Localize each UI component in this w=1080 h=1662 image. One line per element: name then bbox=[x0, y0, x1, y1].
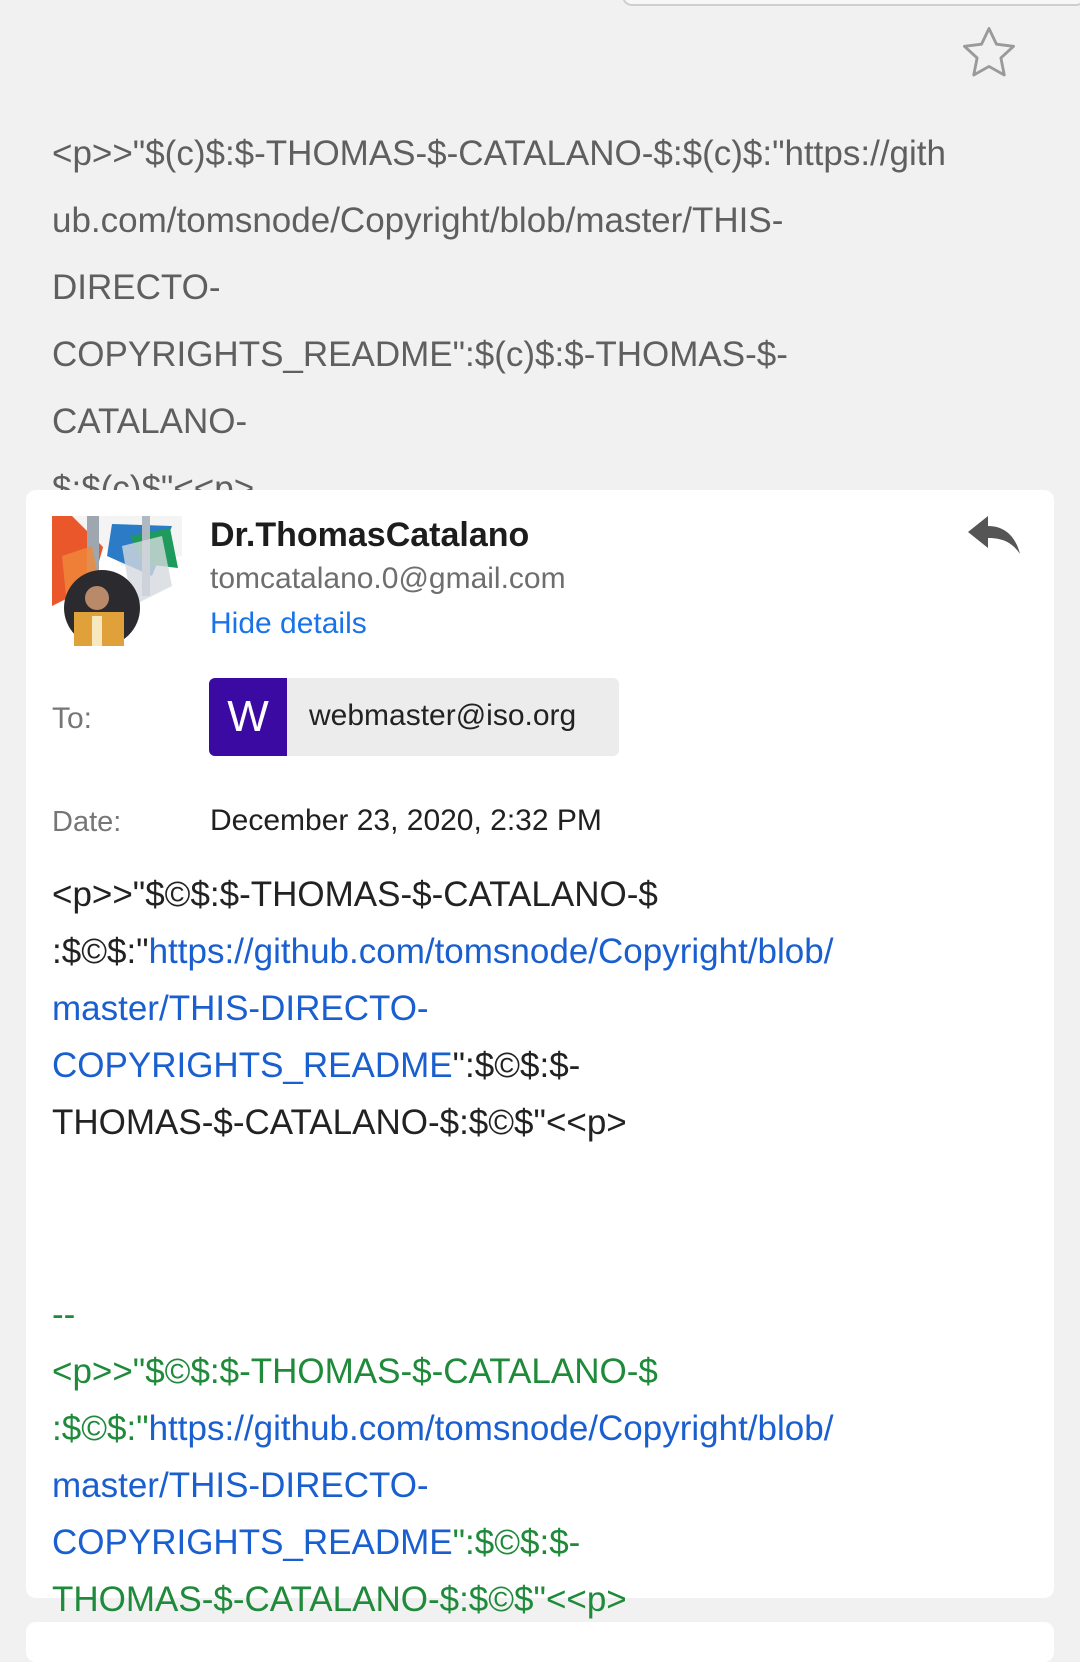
signature-line: :$©$:"https://github.com/tomsnode/Copyri… bbox=[52, 1400, 952, 1457]
recipient-chip[interactable]: W webmaster@iso.org bbox=[209, 678, 619, 756]
signature-line: <p>>"$©$:$-THOMAS-$-CATALANO-$ bbox=[52, 1352, 658, 1391]
body-line: :$©$:"https://github.com/tomsnode/Copyri… bbox=[52, 923, 952, 980]
github-link[interactable]: master/THIS-DIRECTO-COPYRIGHTS_README bbox=[52, 989, 453, 1085]
recipient-email: webmaster@iso.org bbox=[309, 699, 577, 732]
body-text-fragment: :$©$:" bbox=[52, 932, 149, 971]
message-card: Dr.ThomasCatalano tomcatalano.0@gmail.co… bbox=[26, 490, 1054, 1619]
sender-avatar[interactable] bbox=[52, 516, 182, 646]
signature-line: THOMAS-$-CATALANO-$:$©$"<<p> bbox=[52, 1580, 627, 1619]
signature: -- <p>>"$©$:$-THOMAS-$-CATALANO-$ :$©$:"… bbox=[52, 1286, 952, 1628]
star-icon[interactable] bbox=[958, 22, 1020, 84]
body-line: THOMAS-$-CATALANO-$:$©$"<<p> bbox=[52, 1103, 627, 1142]
message-preview: <p>>"$(c)$:$-THOMAS-$-CATALANO-$:$(c)$:"… bbox=[52, 120, 972, 522]
hide-details-link[interactable]: Hide details bbox=[210, 607, 367, 641]
preview-line: <p>>"$(c)$:$-THOMAS-$-CATALANO-$:$(c)$:"… bbox=[52, 134, 946, 173]
body-line: <p>>"$©$:$-THOMAS-$-CATALANO-$ bbox=[52, 875, 658, 914]
date-label: Date: bbox=[52, 806, 122, 838]
sender-name: Dr.ThomasCatalano bbox=[210, 516, 530, 554]
recipient-initial-avatar: W bbox=[209, 678, 287, 756]
top-bar-fragment bbox=[622, 0, 1080, 6]
to-label: To: bbox=[52, 702, 93, 735]
message-body: <p>>"$©$:$-THOMAS-$-CATALANO-$ :$©$:"htt… bbox=[52, 866, 952, 1151]
github-link[interactable]: https://github.com/tomsnode/Copyright/bl… bbox=[149, 932, 834, 971]
signature-text-fragment: ":$©$:$- bbox=[452, 1523, 581, 1562]
signature-line: master/THIS-DIRECTO-COPYRIGHTS_README":$… bbox=[52, 1457, 952, 1571]
preview-line: ub.com/tomsnode/Copyright/blob/master/TH… bbox=[52, 201, 784, 240]
sender-email: tomcatalano.0@gmail.com bbox=[210, 562, 566, 595]
preview-line: COPYRIGHTS_README":$(c)$:$-THOMAS-$-CATA… bbox=[52, 335, 788, 441]
preview-line: DIRECTO- bbox=[52, 268, 221, 307]
body-text-fragment: ":$©$:$- bbox=[452, 1046, 581, 1085]
reply-icon[interactable] bbox=[966, 510, 1022, 560]
next-card-edge bbox=[26, 1622, 1054, 1662]
body-line: master/THIS-DIRECTO-COPYRIGHTS_README":$… bbox=[52, 980, 952, 1094]
date-value: December 23, 2020, 2:32 PM bbox=[210, 804, 602, 837]
signature-github-link[interactable]: master/THIS-DIRECTO-COPYRIGHTS_README bbox=[52, 1466, 453, 1562]
signature-text-fragment: :$©$:" bbox=[52, 1409, 149, 1448]
signature-separator: -- bbox=[52, 1295, 76, 1334]
signature-github-link[interactable]: https://github.com/tomsnode/Copyright/bl… bbox=[149, 1409, 834, 1448]
